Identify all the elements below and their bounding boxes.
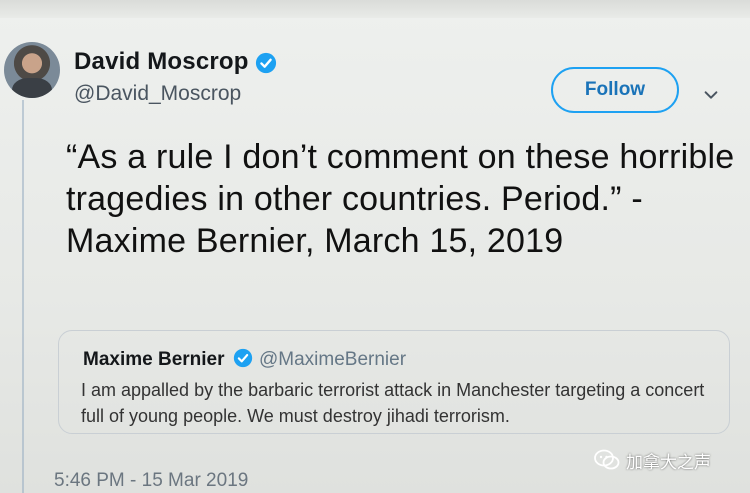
quoted-author-name: Maxime Bernier xyxy=(83,349,225,370)
quoted-author-handle: @MaximeBernier xyxy=(259,349,407,370)
avatar[interactable] xyxy=(4,42,60,98)
screen-top-strip xyxy=(0,0,750,18)
tweet-timestamp[interactable]: 5:46 PM - 15 Mar 2019 xyxy=(54,470,248,492)
watermark: 加拿大之声 xyxy=(594,447,711,473)
author-name[interactable]: David Moscrop xyxy=(74,48,249,76)
chevron-down-icon[interactable] xyxy=(702,86,720,104)
verified-badge-icon xyxy=(233,348,253,368)
quoted-tweet-text: I am appalled by the barbaric terrorist … xyxy=(81,380,705,426)
wechat-icon xyxy=(594,449,620,470)
verified-badge-icon xyxy=(255,52,277,74)
quoted-tweet-card[interactable]: Maxime Bernier @MaximeBernier I am appal… xyxy=(58,330,730,434)
watermark-text: 加拿大之声 xyxy=(626,452,711,472)
follow-button[interactable]: Follow xyxy=(551,67,679,113)
tweet-text: “As a rule I don’t comment on these horr… xyxy=(66,138,735,260)
author-handle[interactable]: @David_Moscrop xyxy=(74,82,241,106)
thread-line xyxy=(22,100,24,493)
